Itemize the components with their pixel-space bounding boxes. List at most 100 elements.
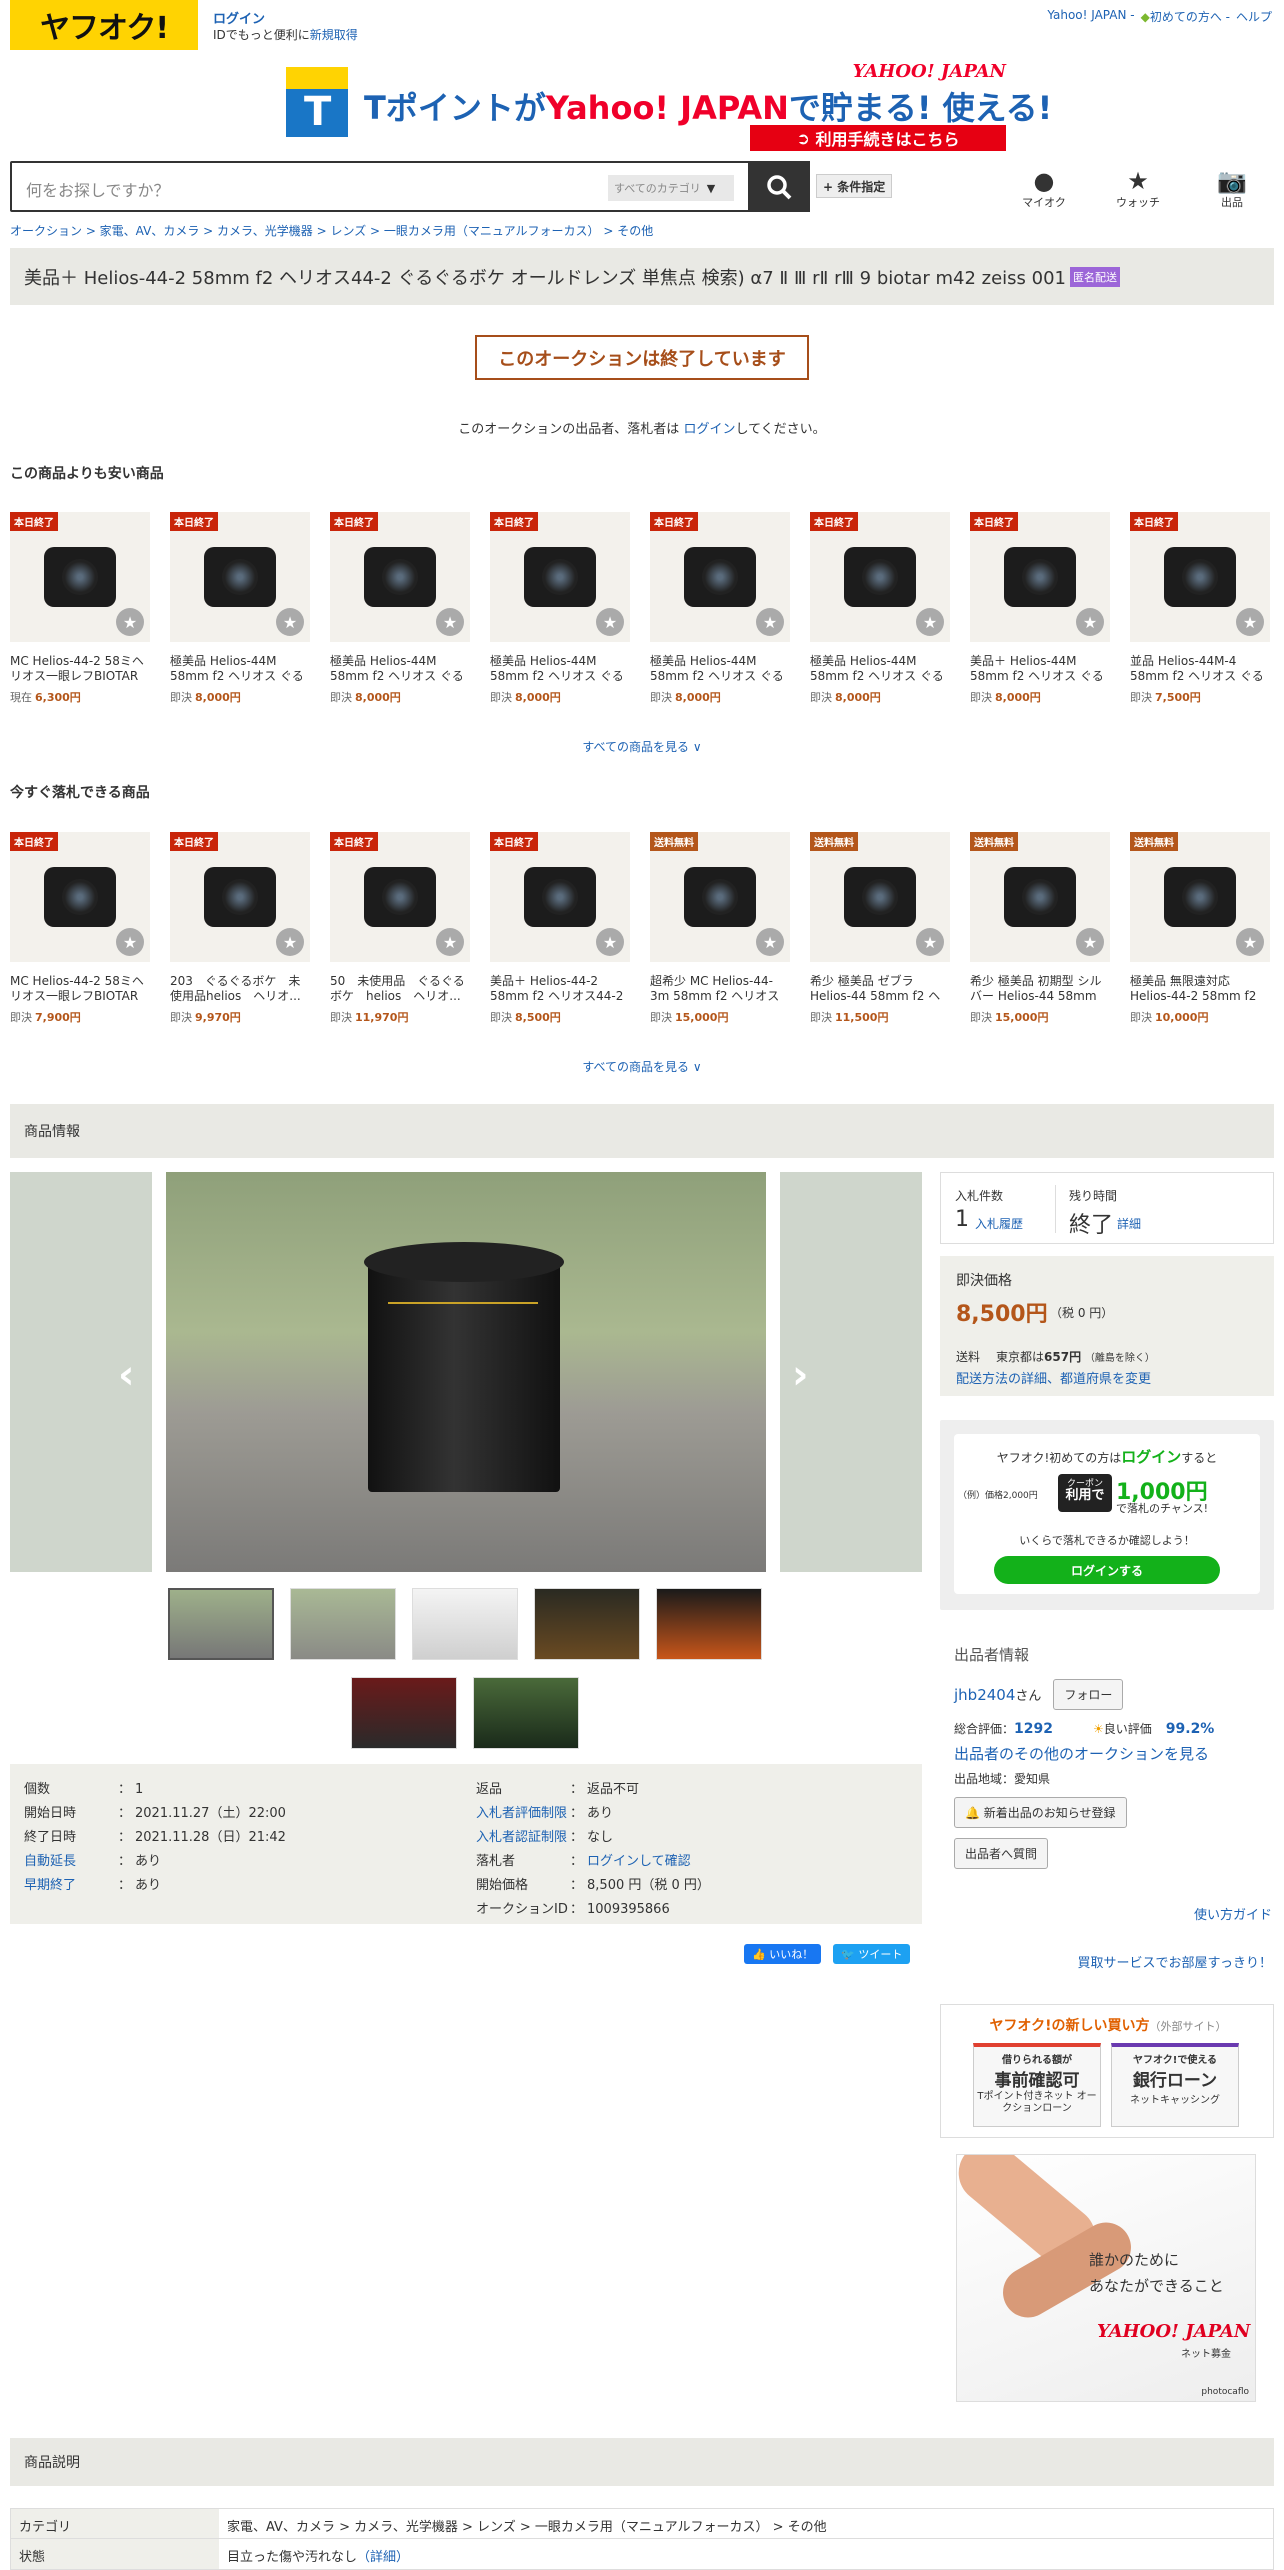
product-card[interactable]: 送料無料 ★ 希少 極美品 初期型 シルバー Helios-44 58mm f...… xyxy=(970,832,1110,1025)
thumbnail[interactable] xyxy=(290,1588,396,1660)
product-name[interactable]: 極美品 Helios-44M 58mm f2 ヘリオス ぐるぐるボ... xyxy=(170,654,310,684)
notify-button[interactable]: 🔔 新着出品のお知らせ登録 xyxy=(954,1797,1127,1828)
buynow-see-all[interactable]: すべての商品を見る ∨ xyxy=(0,1058,1284,1075)
myauction-button[interactable]: ● マイオク xyxy=(1014,168,1074,210)
help-link[interactable]: ヘルプ xyxy=(1236,8,1272,25)
preapproval-button[interactable]: 借りられる額が 事前確認可 Tポイント付きネット オークションローン xyxy=(973,2043,1101,2127)
product-name[interactable]: 203 ぐるぐるボケ 未使用品helios ヘリオ... xyxy=(170,974,310,1004)
product-image[interactable]: 送料無料 ★ xyxy=(1130,832,1270,962)
product-name[interactable]: 極美品 Helios-44M 58mm f2 ヘリオス ぐるぐるボ... xyxy=(650,654,790,684)
ask-seller-button[interactable]: 出品者へ質問 xyxy=(954,1838,1049,1869)
yahoo-japan-link[interactable]: Yahoo! JAPAN - xyxy=(1047,8,1134,25)
product-image[interactable]: 本日終了 ★ xyxy=(650,512,790,642)
seller-name-link[interactable]: jhb2404 xyxy=(954,1686,1015,1704)
product-image[interactable]: 送料無料 ★ xyxy=(650,832,790,962)
watch-button[interactable]: ★ ウォッチ xyxy=(1108,168,1168,210)
watch-star-icon[interactable]: ★ xyxy=(276,608,304,636)
product-name[interactable]: MC Helios-44-2 58ミヘリオス一眼レフBIOTAR M... xyxy=(10,974,150,1004)
main-image[interactable] xyxy=(166,1172,766,1572)
watch-star-icon[interactable]: ★ xyxy=(1236,608,1264,636)
bank-loan-button[interactable]: ヤフオク!で使える 銀行ローン ネットキャッシング xyxy=(1111,2043,1239,2127)
product-image[interactable]: 本日終了 ★ xyxy=(170,512,310,642)
watch-star-icon[interactable]: ★ xyxy=(596,608,624,636)
seller-other-link[interactable]: 出品者のその他のオークションを見る xyxy=(954,1743,1274,1764)
search-button[interactable] xyxy=(748,161,810,212)
coupon-login-button[interactable]: ログインする xyxy=(994,1556,1220,1584)
category-select[interactable]: すべてのカテゴリ ▼ xyxy=(608,175,734,201)
product-name[interactable]: 50 未使用品 ぐるぐるボケ helios ヘリオ... xyxy=(330,974,470,1004)
tpoint-banner[interactable]: T TポイントがYahoo! JAPANで貯まる! 使える! YAHOO! JA… xyxy=(286,61,1052,151)
product-card[interactable]: 本日終了 ★ 美品＋ Helios-44-2 58mm f2 ヘリオス44-2 ぐる… xyxy=(490,832,630,1025)
thumbnail[interactable] xyxy=(168,1588,274,1660)
watch-star-icon[interactable]: ★ xyxy=(916,928,944,956)
product-card[interactable]: 本日終了 ★ 極美品 Helios-44M 58mm f2 ヘリオス ぐるぐるボ..… xyxy=(490,512,630,705)
watch-star-icon[interactable]: ★ xyxy=(116,928,144,956)
product-image[interactable]: 送料無料 ★ xyxy=(970,832,1110,962)
thumbnail[interactable] xyxy=(473,1677,579,1749)
product-image[interactable]: 本日終了 ★ xyxy=(1130,512,1270,642)
bid-history-link[interactable]: 入札履歴 xyxy=(975,1215,1023,1232)
time-detail-link[interactable]: 詳細 xyxy=(1117,1215,1141,1232)
product-image[interactable]: 本日終了 ★ xyxy=(490,512,630,642)
thumbnail[interactable] xyxy=(656,1588,762,1660)
product-card[interactable]: 本日終了 ★ MC Helios-44-2 58ミヘリオス一眼レフBIOTAR M.… xyxy=(10,512,150,705)
product-image[interactable]: 本日終了 ★ xyxy=(330,832,470,962)
product-name[interactable]: 極美品 無限遠対応 Helios-44-2 58mm f2 ヘリオ... xyxy=(1130,974,1270,1004)
condition-detail-link[interactable]: （詳細） xyxy=(357,2550,409,2565)
product-image[interactable]: 送料無料 ★ xyxy=(810,832,950,962)
product-card[interactable]: 本日終了 ★ 203 ぐるぐるボケ 未使用品helios ヘリオ... 即決 9,970… xyxy=(170,832,310,1025)
spec-key[interactable]: 自動延長 xyxy=(24,1850,118,1869)
watch-star-icon[interactable]: ★ xyxy=(916,608,944,636)
like-button[interactable]: 👍 いいね！ xyxy=(744,1944,822,1964)
product-name[interactable]: 超希少 MC Helios-44-3m 58mm f2 ヘリオス ぐる... xyxy=(650,974,790,1004)
spec-key[interactable]: 入札者認証制限 xyxy=(476,1826,570,1845)
rating-link[interactable]: 1292 xyxy=(1014,1721,1053,1737)
watch-star-icon[interactable]: ★ xyxy=(276,928,304,956)
service-link[interactable]: 買取サービスでお部屋すっきり！ xyxy=(1078,1952,1272,1971)
login-link[interactable]: ログイン xyxy=(213,8,265,27)
product-name[interactable]: 極美品 Helios-44M 58mm f2 ヘリオス ぐるぐるボ... xyxy=(490,654,630,684)
watch-star-icon[interactable]: ★ xyxy=(1076,928,1104,956)
banner-cta[interactable]: ➲ 利用手続きはこちら xyxy=(750,125,1006,151)
search-input[interactable]: 何をお探しですか？ xyxy=(26,177,170,201)
product-name[interactable]: 希少 極美品 初期型 シルバー Helios-44 58mm f... xyxy=(970,974,1110,1004)
guide-link[interactable]: 使い方ガイド xyxy=(1194,1904,1272,1923)
product-image[interactable]: 本日終了 ★ xyxy=(10,512,150,642)
product-image[interactable]: 本日終了 ★ xyxy=(170,832,310,962)
breadcrumb[interactable]: オークション > 家電、AV、カメラ > カメラ、光学機器 > レンズ > 一眼… xyxy=(10,222,653,239)
watch-star-icon[interactable]: ★ xyxy=(116,608,144,636)
product-image[interactable]: 本日終了 ★ xyxy=(810,512,950,642)
watch-star-icon[interactable]: ★ xyxy=(436,928,464,956)
ended-login-link[interactable]: ログイン xyxy=(683,422,735,437)
product-image[interactable]: 本日終了 ★ xyxy=(330,512,470,642)
spec-key[interactable]: 入札者評価制限 xyxy=(476,1802,570,1821)
next-arrow-icon[interactable]: › xyxy=(792,1352,808,1398)
sell-button[interactable]: 📷 出品 xyxy=(1202,168,1262,210)
product-card[interactable]: 本日終了 ★ MC Helios-44-2 58ミヘリオス一眼レフBIOTAR M.… xyxy=(10,832,150,1025)
cheaper-see-all[interactable]: すべての商品を見る ∨ xyxy=(0,738,1284,755)
product-card[interactable]: 本日終了 ★ 極美品 Helios-44M 58mm f2 ヘリオス ぐるぐるボ..… xyxy=(650,512,790,705)
watch-star-icon[interactable]: ★ xyxy=(756,928,784,956)
thumbnail[interactable] xyxy=(351,1677,457,1749)
product-name[interactable]: 極美品 Helios-44M 58mm f2 ヘリオス ぐるぐるボ... xyxy=(810,654,950,684)
product-card[interactable]: 本日終了 ★ 極美品 Helios-44M 58mm f2 ヘリオス ぐるぐるボ..… xyxy=(810,512,950,705)
thumbnail[interactable] xyxy=(534,1588,640,1660)
watch-star-icon[interactable]: ★ xyxy=(436,608,464,636)
product-card[interactable]: 本日終了 ★ 極美品 Helios-44M 58mm f2 ヘリオス ぐるぐるボ..… xyxy=(330,512,470,705)
yahuoku-logo[interactable]: ヤフオク! xyxy=(10,0,198,50)
product-name[interactable]: 美品＋ Helios-44-2 58mm f2 ヘリオス44-2 ぐるぐ... xyxy=(490,974,630,1004)
product-name[interactable]: 希少 極美品 ゼブラ Helios-44 58mm f2 ヘリオス ... xyxy=(810,974,950,1004)
product-card[interactable]: 送料無料 ★ 極美品 無限遠対応 Helios-44-2 58mm f2 ヘリオ..… xyxy=(1130,832,1270,1025)
charity-banner[interactable]: 誰かのために あなたができること YAHOO! JAPAN ネット募金 photo… xyxy=(956,2154,1256,2402)
product-card[interactable]: 本日終了 ★ 美品＋ Helios-44M 58mm f2 ヘリオス ぐるぐるボ..… xyxy=(970,512,1110,705)
watch-star-icon[interactable]: ★ xyxy=(596,928,624,956)
spec-key[interactable]: 早期終了 xyxy=(24,1874,118,1893)
product-card[interactable]: 本日終了 ★ 並品 Helios-44M-4 58mm f2 ヘリオス ぐるぐる..… xyxy=(1130,512,1270,705)
product-image[interactable]: 本日終了 ★ xyxy=(490,832,630,962)
product-image[interactable]: 本日終了 ★ xyxy=(970,512,1110,642)
spec-value[interactable]: ログインして確認 xyxy=(587,1854,691,1869)
thumbnail[interactable] xyxy=(412,1588,518,1660)
beginner-link[interactable]: ◆初めての方へ - xyxy=(1141,8,1230,25)
watch-star-icon[interactable]: ★ xyxy=(756,608,784,636)
product-card[interactable]: 本日終了 ★ 極美品 Helios-44M 58mm f2 ヘリオス ぐるぐるボ..… xyxy=(170,512,310,705)
